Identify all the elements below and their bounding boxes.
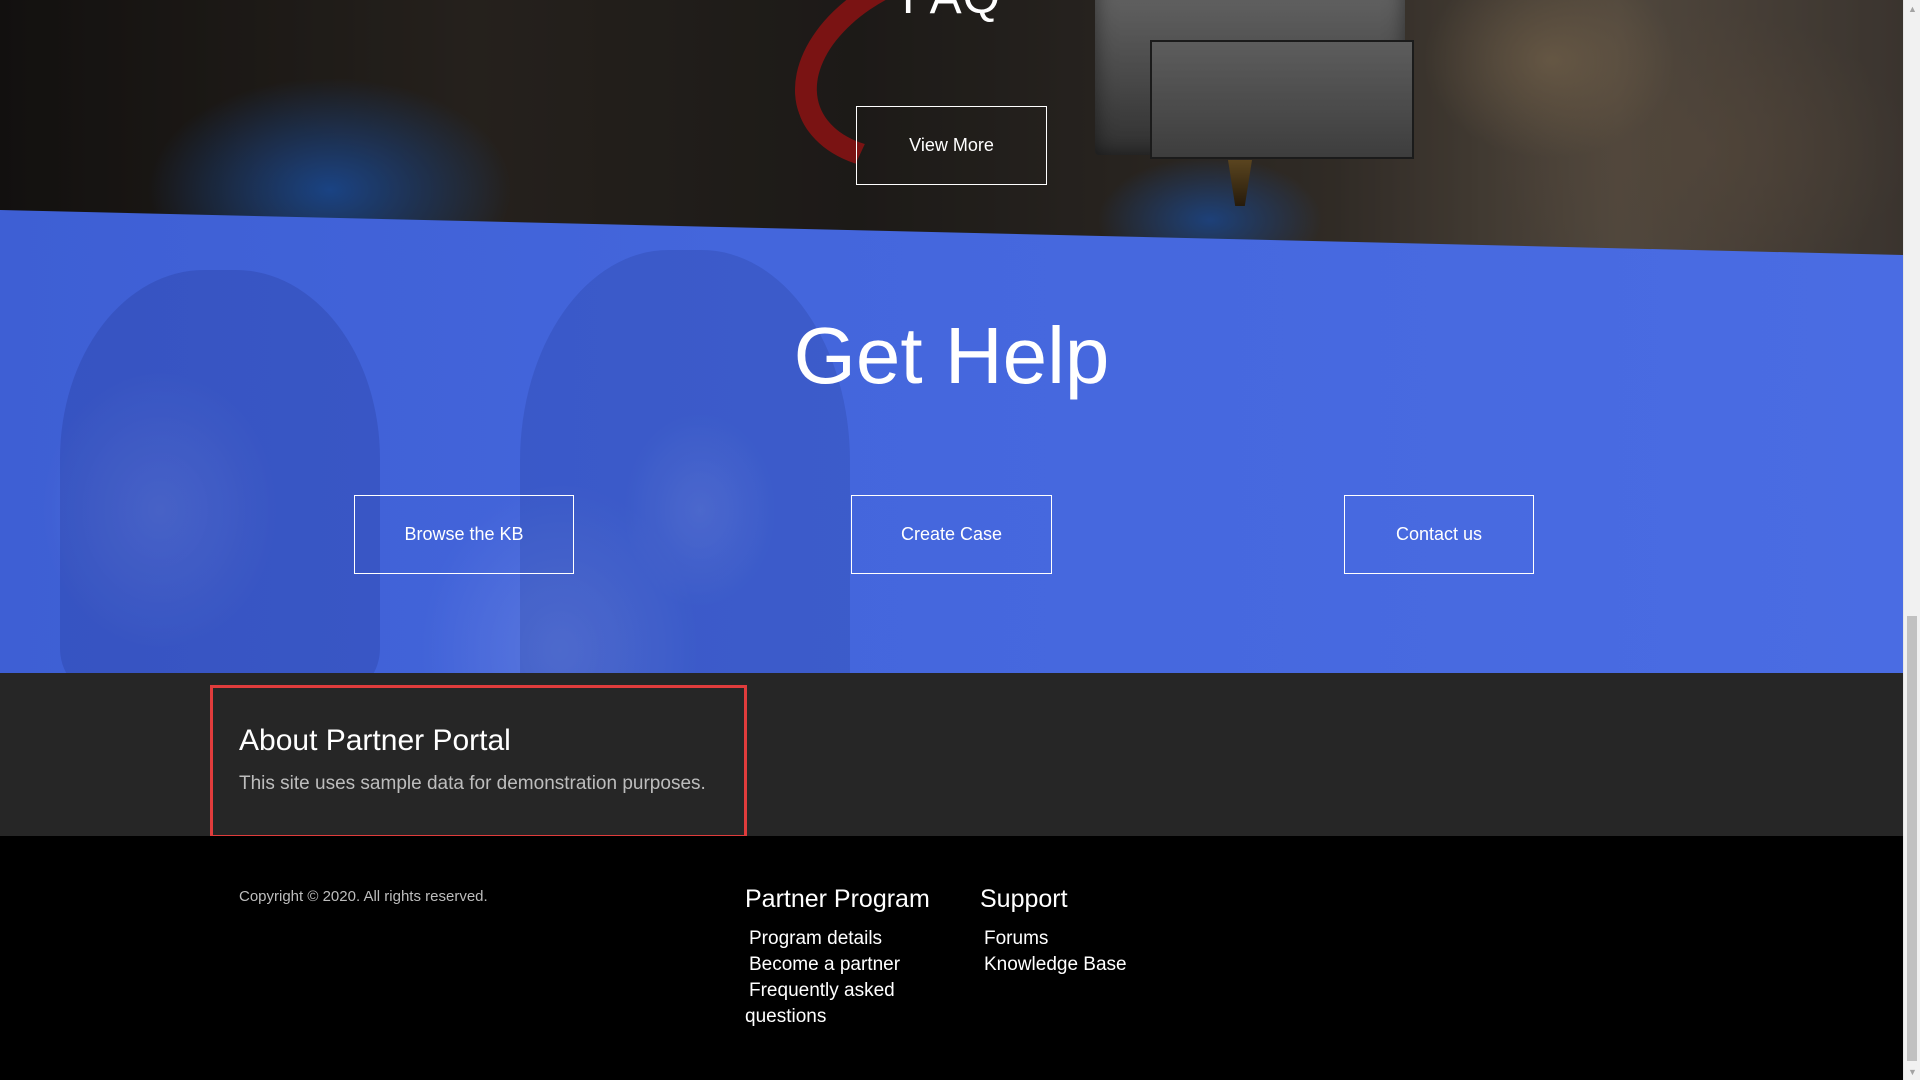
about-title: About Partner Portal	[239, 724, 511, 757]
vertical-scrollbar[interactable]: ▲ ▼	[1903, 0, 1920, 1080]
partner-program-links: Program details Become a partner Frequen…	[745, 926, 915, 1030]
arrow-down-icon[interactable]: ▼	[1904, 1063, 1920, 1080]
footer-link-program-details[interactable]: Program details	[745, 926, 915, 952]
browse-kb-button[interactable]: Browse the KB	[354, 495, 574, 574]
scrollbar-thumb[interactable]	[1907, 616, 1917, 1061]
footer	[0, 836, 1903, 1080]
footer-link-knowledge-base[interactable]: Knowledge Base	[980, 952, 1180, 978]
copyright-text: Copyright © 2020. All rights reserved.	[239, 888, 488, 905]
about-text: This site uses sample data for demonstra…	[239, 773, 706, 794]
arrow-up-icon[interactable]: ▲	[1904, 0, 1920, 17]
about-highlight-box	[210, 685, 747, 838]
create-case-button[interactable]: Create Case	[851, 495, 1052, 574]
footer-link-become-partner[interactable]: Become a partner	[745, 952, 915, 978]
partner-program-heading: Partner Program	[745, 885, 930, 913]
support-links: Forums Knowledge Base	[980, 926, 1180, 978]
footer-link-faq[interactable]: Frequently asked questions	[745, 978, 915, 1030]
contact-us-button[interactable]: Contact us	[1344, 495, 1534, 574]
support-heading: Support	[980, 885, 1068, 913]
faq-title: FAQ	[0, 0, 1903, 25]
get-help-title: Get Help	[793, 311, 1110, 400]
view-more-button[interactable]: View More	[856, 106, 1047, 185]
footer-link-forums[interactable]: Forums	[980, 926, 1180, 952]
page: FAQ View More Get Help Browse the KB Cre…	[0, 0, 1920, 1080]
get-help-section: Get Help Browse the KB Create Case Conta…	[0, 210, 1903, 673]
